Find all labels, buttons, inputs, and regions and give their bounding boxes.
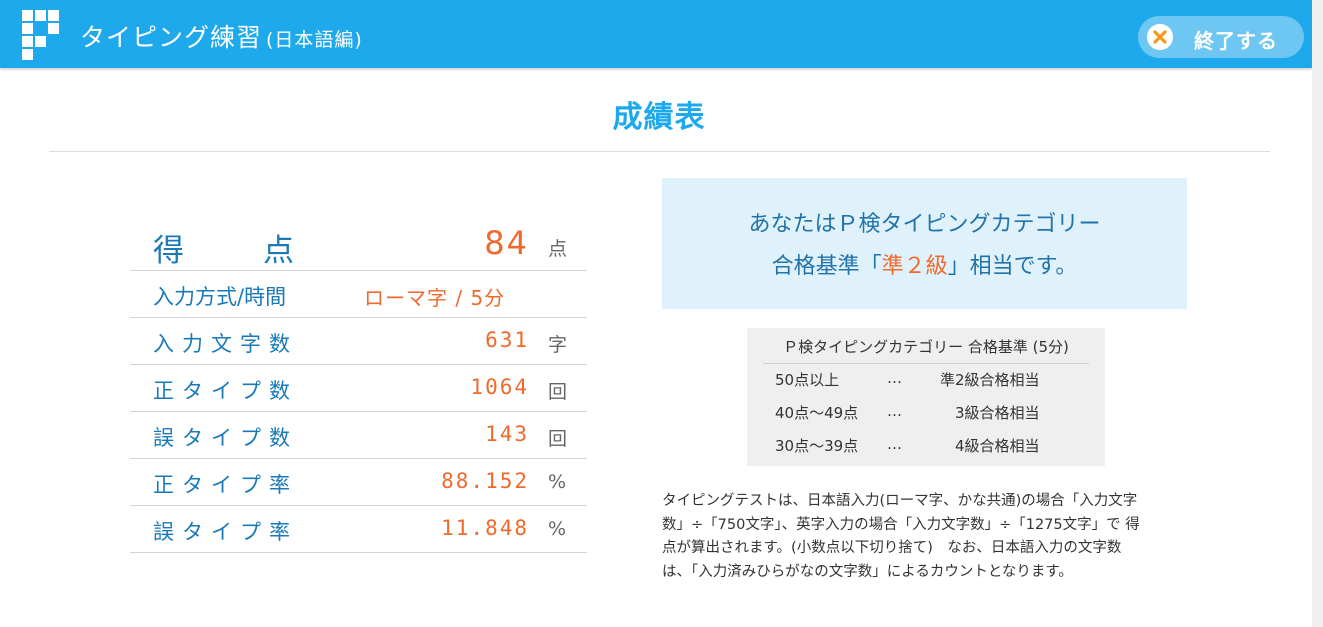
stat-row: 入力文字数 631 字 xyxy=(130,318,587,365)
method-value: ローマ字 / 5分 xyxy=(364,286,506,310)
stat-value: 1064 xyxy=(470,375,529,399)
app-title: タイピング練習 (日本語編) xyxy=(80,18,363,54)
criteria-table: Ｐ検タイピングカテゴリー 合格基準 (5分) 50点以上 … 準2級合格相当 4… xyxy=(747,328,1105,466)
exit-button-label: 終了する xyxy=(1194,31,1278,53)
method-row: 入力方式/時間 ローマ字 / 5分 xyxy=(130,271,587,318)
criteria-divider xyxy=(763,363,1089,364)
p-logo-icon xyxy=(22,10,59,60)
criteria-grade: 準2級合格相当 xyxy=(940,371,1040,389)
note-line: タイピングテストは、日本語入力(ローマ字、かな共通)の場合「入力文字 xyxy=(662,493,1138,509)
stat-row: 誤タイプ率 11.848 % xyxy=(130,506,587,553)
result-box: あなたはＰ検タイピングカテゴリー 合格基準「準２級」相当です。 xyxy=(662,178,1187,309)
score-value: 84 xyxy=(484,224,529,262)
criteria-row: 30点～39点 … 4級合格相当 xyxy=(747,435,1105,461)
stat-value: 88.152 xyxy=(441,469,529,493)
stat-label: 正タイプ数 xyxy=(153,379,298,403)
stat-value: 11.848 xyxy=(441,516,529,540)
stat-row: 正タイプ数 1064 回 xyxy=(130,365,587,412)
stat-unit: 字 xyxy=(548,334,568,356)
stat-label: 誤タイプ率 xyxy=(153,520,298,544)
criteria-row: 40点～49点 … 3級合格相当 xyxy=(747,402,1105,428)
stat-value: 143 xyxy=(485,422,529,446)
stat-unit: 回 xyxy=(548,428,568,450)
score-row: 得 点 84 点 xyxy=(130,216,587,271)
title-divider xyxy=(49,151,1270,152)
scoring-note: タイピングテストは、日本語入力(ローマ字、かな共通)の場合「入力文字 数」÷「7… xyxy=(662,490,1222,584)
app-header: タイピング練習 (日本語編) 終了する xyxy=(0,0,1312,68)
stat-label: 正タイプ率 xyxy=(153,473,298,497)
method-label: 入力方式/時間 xyxy=(153,285,287,309)
stat-unit: % xyxy=(548,518,567,540)
stat-value: 631 xyxy=(485,328,529,352)
criteria-score: 40点～49点 xyxy=(775,404,859,422)
note-line: は、「入力済みひらがなの文字数」によるカウントとなります。 xyxy=(662,563,1073,580)
stat-row: 誤タイプ数 143 回 xyxy=(130,412,587,459)
criteria-dots: … xyxy=(887,435,902,453)
page-title: 成績表 xyxy=(612,100,706,135)
criteria-title: Ｐ検タイピングカテゴリー 合格基準 (5分) xyxy=(783,338,1069,356)
result-line2: 合格基準「準２級」相当です。 xyxy=(662,248,1187,280)
result-prefix: 合格基準「 xyxy=(771,254,882,279)
score-label-left: 得 xyxy=(153,233,184,269)
stat-label: 入力文字数 xyxy=(153,332,298,356)
criteria-score: 30点～39点 xyxy=(775,437,859,455)
criteria-row: 50点以上 … 準2級合格相当 xyxy=(747,369,1105,395)
app-title-sub: (日本語編) xyxy=(266,29,363,51)
stat-unit: % xyxy=(548,471,567,493)
score-unit: 点 xyxy=(548,238,568,260)
result-line1: あなたはＰ検タイピングカテゴリー xyxy=(748,212,1101,237)
score-table: 得 点 84 点 入力方式/時間 ローマ字 / 5分 入力文字数 631 字 正… xyxy=(130,216,587,553)
criteria-grade: 3級合格相当 xyxy=(940,404,1040,422)
note-line: 点が算出されます。(小数点以下切り捨て) なお、日本語入力の文字数 xyxy=(662,540,1122,556)
app-title-main: タイピング練習 xyxy=(80,23,263,52)
criteria-dots: … xyxy=(887,402,902,420)
stat-label: 誤タイプ数 xyxy=(153,426,298,450)
stat-unit: 回 xyxy=(548,381,568,403)
criteria-score: 50点以上 xyxy=(775,371,840,389)
close-icon xyxy=(1147,24,1173,50)
exit-button[interactable]: 終了する xyxy=(1138,16,1304,58)
criteria-dots: … xyxy=(887,369,902,387)
score-label-right: 点 xyxy=(263,233,294,269)
result-suffix: 」相当です。 xyxy=(947,254,1078,279)
result-grade: 準２級 xyxy=(881,254,948,279)
note-line: 数」÷「750文字」、英字入力の場合「入力文字数」÷「1275文字」で 得 xyxy=(662,516,1140,533)
stat-row: 正タイプ率 88.152 % xyxy=(130,459,587,506)
criteria-grade: 4級合格相当 xyxy=(940,437,1040,455)
